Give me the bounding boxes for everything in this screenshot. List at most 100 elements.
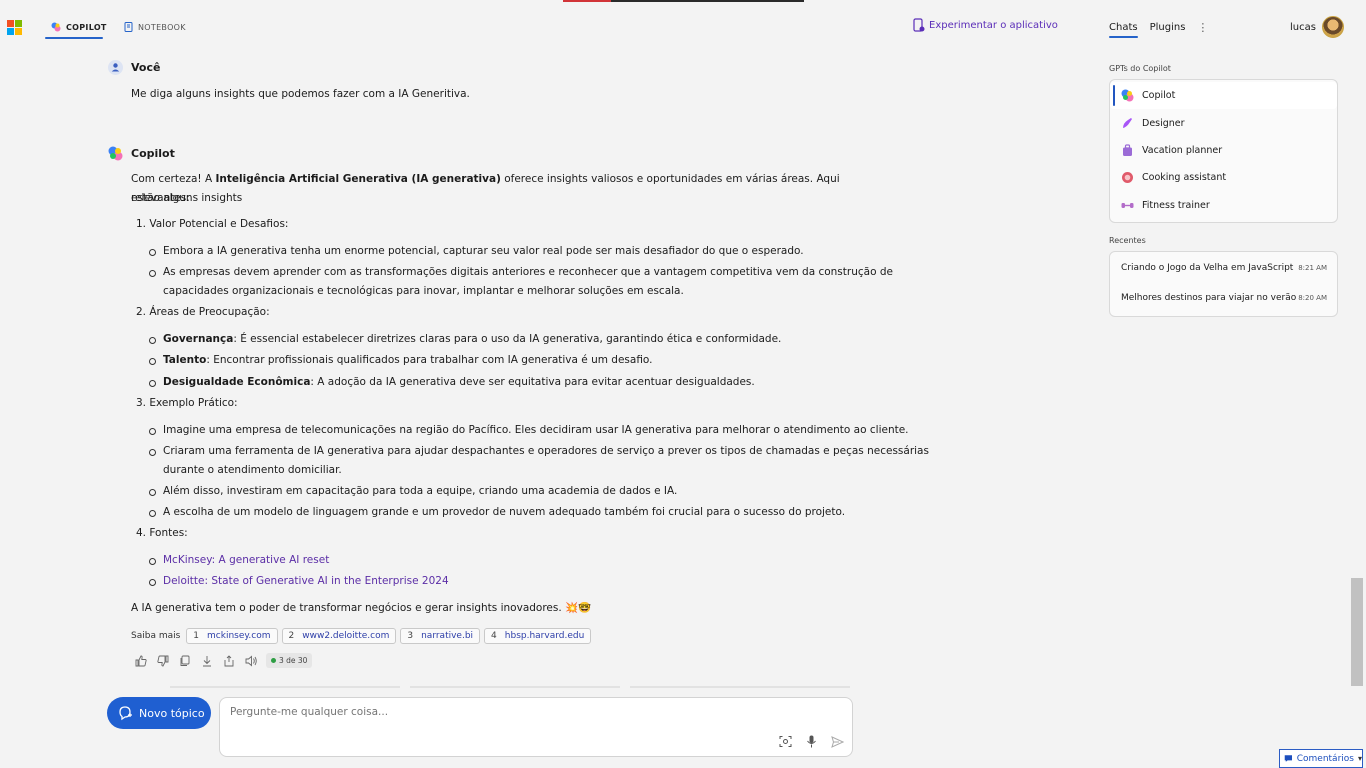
thumbs-down-icon[interactable] bbox=[156, 654, 170, 668]
intro-text-1: Com certeza! A bbox=[131, 173, 216, 185]
chevron-down-icon: ▾ bbox=[1357, 754, 1362, 763]
recent-chat-item[interactable]: Melhores destinos para viajar no verão 8… bbox=[1121, 293, 1327, 303]
copilot-icon bbox=[108, 146, 123, 161]
gpt-label: Vacation planner bbox=[1142, 145, 1223, 156]
message-actions: 3 de 30 bbox=[134, 653, 313, 668]
feedback-label: Comentários bbox=[1296, 753, 1354, 764]
section-1-label: Valor Potencial e Desafios: bbox=[149, 218, 289, 230]
thumbs-up-icon[interactable] bbox=[134, 654, 148, 668]
microsoft-logo-icon[interactable] bbox=[7, 20, 23, 36]
new-chat-icon bbox=[119, 706, 132, 721]
send-icon[interactable] bbox=[831, 735, 844, 748]
section-2-num: 2. bbox=[136, 306, 147, 318]
list-item-text: : É essencial estabelecer diretrizes cla… bbox=[233, 333, 782, 345]
section-4-title: 4. Fontes: bbox=[136, 524, 188, 543]
recent-chat-title: Criando o Jogo da Velha em JavaScript bbox=[1121, 263, 1294, 273]
copilot-message-header: Copilot bbox=[108, 146, 175, 161]
gpt-item-copilot[interactable]: Copilot bbox=[1110, 82, 1337, 109]
phone-app-icon bbox=[913, 18, 925, 32]
bowl-icon bbox=[1122, 172, 1133, 183]
gpt-item-designer[interactable]: Designer bbox=[1110, 110, 1337, 137]
top-progress-strip-accent bbox=[563, 0, 611, 2]
chip-domain: mckinsey.com bbox=[207, 631, 271, 641]
list-item: Embora a IA generativa tenha um enorme p… bbox=[149, 242, 804, 261]
chip-number: 3 bbox=[407, 631, 414, 641]
read-aloud-icon[interactable] bbox=[244, 654, 258, 668]
tab-copilot-label: COPILOT bbox=[66, 22, 107, 32]
status-dot bbox=[271, 658, 276, 663]
closing-text: A IA generativa tem o poder de transform… bbox=[131, 602, 592, 614]
source-link-deloitte[interactable]: Deloitte: State of Generative AI in the … bbox=[149, 572, 449, 591]
gpt-label: Designer bbox=[1142, 118, 1185, 129]
tab-notebook[interactable]: NOTEBOOK bbox=[124, 14, 186, 40]
new-topic-label: Novo tópico bbox=[139, 706, 205, 720]
input-actions bbox=[779, 735, 844, 748]
copilot-intro: Com certeza! A Inteligência Artificial G… bbox=[131, 170, 851, 208]
chip-number: 4 bbox=[491, 631, 497, 641]
list-item: Governança: É essencial estabelecer dire… bbox=[148, 330, 782, 349]
copilot-icon bbox=[51, 22, 61, 32]
chat-input[interactable] bbox=[230, 706, 730, 718]
user-profile[interactable]: lucas bbox=[1290, 16, 1344, 38]
user-message-text: Me diga alguns insights que podemos faze… bbox=[131, 88, 470, 100]
recent-chat-time: 8:21 AM bbox=[1298, 264, 1327, 272]
chip-domain: hbsp.harvard.edu bbox=[504, 631, 585, 641]
try-app-link[interactable]: Experimentar o aplicativo bbox=[913, 18, 1058, 32]
right-panel-tabs: Chats Plugins ⋮ bbox=[1109, 21, 1208, 38]
section-2-title: 2. Áreas de Preocupação: bbox=[136, 303, 270, 322]
download-icon[interactable] bbox=[200, 654, 214, 668]
gpt-label: Fitness trainer bbox=[1142, 200, 1210, 211]
tab-plugins[interactable]: Plugins bbox=[1150, 22, 1186, 33]
designer-icon bbox=[1123, 118, 1132, 128]
response-counter: 3 de 30 bbox=[266, 653, 313, 668]
recent-chat-item[interactable]: Criando o Jogo da Velha em JavaScript 8:… bbox=[1121, 263, 1327, 273]
copilot-icon bbox=[1121, 89, 1134, 102]
source-chip[interactable]: 4 hbsp.harvard.edu bbox=[484, 628, 592, 644]
user-message-header: Você bbox=[108, 60, 160, 75]
chip-domain: www2.deloitte.com bbox=[302, 631, 390, 641]
list-item-cont: capacidades organizacionais e tecnológic… bbox=[163, 285, 684, 297]
list-item: Desigualdade Econômica: A adoção da IA g… bbox=[149, 373, 755, 392]
suggestion-divider bbox=[170, 686, 850, 688]
more-options-icon[interactable]: ⋮ bbox=[1197, 21, 1208, 34]
copilot-name-label: Copilot bbox=[131, 147, 175, 160]
source-chip[interactable]: 1 mckinsey.com bbox=[186, 628, 278, 644]
copy-icon[interactable] bbox=[178, 654, 192, 668]
section-3-label: Exemplo Prático: bbox=[149, 397, 238, 409]
recent-section-label: Recentes bbox=[1109, 236, 1146, 245]
gpts-section-label: GPTs do Copilot bbox=[1109, 64, 1171, 73]
gpt-item-cooking-assistant[interactable]: Cooking assistant bbox=[1110, 164, 1337, 191]
tab-chats[interactable]: Chats bbox=[1109, 22, 1138, 38]
bold-term: Desigualdade Econômica bbox=[163, 376, 311, 388]
list-item-text: : Encontrar profissionais qualificados p… bbox=[206, 354, 653, 366]
learn-more-label: Saiba mais bbox=[131, 631, 181, 641]
microphone-icon[interactable] bbox=[806, 735, 817, 748]
bold-term: Talento bbox=[163, 354, 207, 366]
gpt-item-vacation-planner[interactable]: Vacation planner bbox=[1110, 137, 1337, 164]
list-item-cont: durante o atendimento domiciliar. bbox=[163, 464, 342, 476]
feedback-button[interactable]: Comentários ▾ bbox=[1279, 749, 1363, 768]
list-item: Talento: Encontrar profissionais qualifi… bbox=[149, 351, 653, 370]
gpt-item-fitness-trainer[interactable]: Fitness trainer bbox=[1110, 192, 1337, 219]
notebook-icon bbox=[124, 22, 133, 32]
list-item: Imagine uma empresa de telecomunicações … bbox=[149, 421, 909, 440]
section-3-title: 3. Exemplo Prático: bbox=[136, 394, 238, 413]
list-item: A escolha de um modelo de linguagem gran… bbox=[148, 503, 845, 522]
source-link-mckinsey[interactable]: McKinsey: A generative AI reset bbox=[148, 551, 329, 570]
try-app-label: Experimentar o aplicativo bbox=[929, 19, 1058, 31]
gpt-label: Copilot bbox=[1142, 90, 1176, 101]
new-topic-button[interactable]: Novo tópico bbox=[107, 697, 211, 729]
gpts-list: Copilot Designer Vacation planner Cookin… bbox=[1109, 79, 1338, 223]
chat-input-box bbox=[219, 697, 853, 757]
source-chip[interactable]: 2 www2.deloitte.com bbox=[281, 628, 397, 644]
visual-search-icon[interactable] bbox=[779, 735, 792, 748]
list-item: Além disso, investiram em capacitação pa… bbox=[148, 482, 677, 501]
section-1-num: 1. bbox=[136, 218, 147, 230]
feedback-icon bbox=[1284, 755, 1293, 762]
source-chip[interactable]: 3 narrative.bi bbox=[400, 628, 481, 644]
suitcase-icon bbox=[1123, 144, 1132, 156]
dumbbell-icon bbox=[1121, 203, 1134, 208]
page-scrollbar-thumb[interactable] bbox=[1351, 578, 1363, 686]
section-4-label: Fontes: bbox=[149, 527, 188, 539]
share-icon[interactable] bbox=[222, 654, 236, 668]
